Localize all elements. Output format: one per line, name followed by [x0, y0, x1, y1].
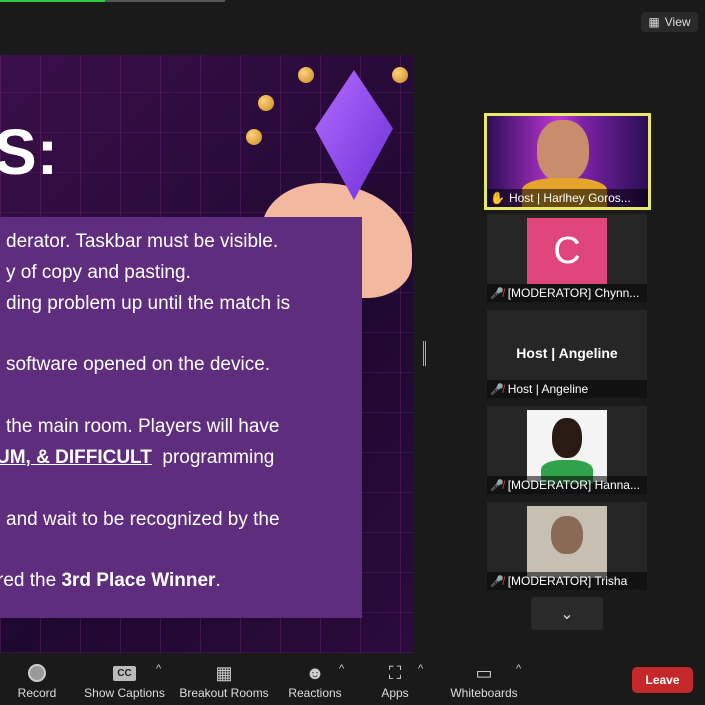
muted-mic-icon: 🎤̸ [490, 575, 504, 588]
reactions-icon: ☻ [305, 662, 325, 683]
leave-button[interactable]: Leave [632, 667, 693, 693]
panel-resize-handle[interactable] [423, 341, 426, 366]
raised-hand-icon: ✋ [490, 191, 505, 205]
reactions-button[interactable]: ☻ Reactions [285, 655, 345, 705]
captions-options-caret[interactable]: ^ [156, 663, 161, 675]
cc-icon: CC [113, 660, 136, 686]
rules-panel: derator. Taskbar must be visible. y of c… [0, 217, 362, 618]
rule-line: UM, & DIFFICULT programming [0, 447, 275, 468]
progress-indicator [0, 0, 105, 2]
apps-icon: ⛶ [388, 662, 402, 683]
more-participants-button[interactable]: ⌄ [531, 597, 603, 630]
participant-video [527, 506, 607, 578]
participant-display-name: Host | Angeline [516, 345, 618, 361]
rule-line: y of copy and pasting. [6, 262, 191, 283]
muted-mic-icon: 🎤̸ [490, 383, 504, 396]
slide-heading: S: [0, 116, 58, 188]
record-icon [28, 660, 46, 686]
apps-button[interactable]: ⛶ Apps [375, 655, 415, 705]
shared-screen-slide: S: derator. Taskbar must be visible. y o… [0, 55, 413, 653]
muted-mic-icon: 🎤̸ [490, 479, 504, 492]
participant-video [527, 410, 607, 484]
show-captions-button[interactable]: CC Show Captions [82, 655, 167, 705]
muted-mic-icon: 🎤̸ [490, 287, 504, 300]
participant-tile[interactable]: 🎤̸ [MODERATOR] Trisha [487, 502, 647, 590]
participant-video [537, 120, 589, 182]
whiteboard-icon: ▭ [475, 662, 493, 683]
avatar: C [527, 218, 607, 284]
rule-line: and wait to be recognized by the [6, 509, 280, 530]
record-button[interactable]: Record [12, 655, 62, 705]
apps-options-caret[interactable]: ^ [418, 663, 423, 675]
rule-line: the main room. Players will have [6, 416, 280, 437]
reactions-options-caret[interactable]: ^ [339, 663, 344, 675]
rule-line: software opened on the device. [6, 354, 271, 375]
orb-decoration [246, 129, 262, 145]
orb-decoration [258, 95, 274, 111]
participant-tile[interactable]: 🎤̸ [MODERATOR] Hanna... [487, 406, 647, 494]
participant-tile[interactable]: C 🎤̸ [MODERATOR] Chynn... [487, 214, 647, 302]
rule-line: red the 3rd Place Winner. [0, 570, 221, 591]
meeting-toolbar: Record CC Show Captions ^ ▦ Breakout Rooms… [0, 655, 705, 705]
grid-view-icon: ▦ [648, 15, 660, 29]
breakout-rooms-icon: ▦ [215, 662, 233, 683]
progress-track [105, 0, 225, 2]
rule-line: ding problem up until the match is [6, 293, 291, 314]
view-button[interactable]: ▦ View [641, 12, 698, 32]
rule-line: derator. Taskbar must be visible. [6, 231, 279, 252]
participant-tile-host[interactable]: ✋ Host | Harlhey Goros... [484, 113, 651, 210]
chevron-down-icon: ⌄ [560, 605, 574, 623]
whiteboards-options-caret[interactable]: ^ [516, 663, 521, 675]
whiteboards-button[interactable]: ▭ Whiteboards [448, 655, 520, 705]
orb-decoration [392, 67, 408, 83]
participant-tile[interactable]: Host | Angeline 🎤̸ Host | Angeline [487, 310, 647, 398]
breakout-rooms-button[interactable]: ▦ Breakout Rooms [178, 655, 270, 705]
orb-decoration [298, 67, 314, 83]
